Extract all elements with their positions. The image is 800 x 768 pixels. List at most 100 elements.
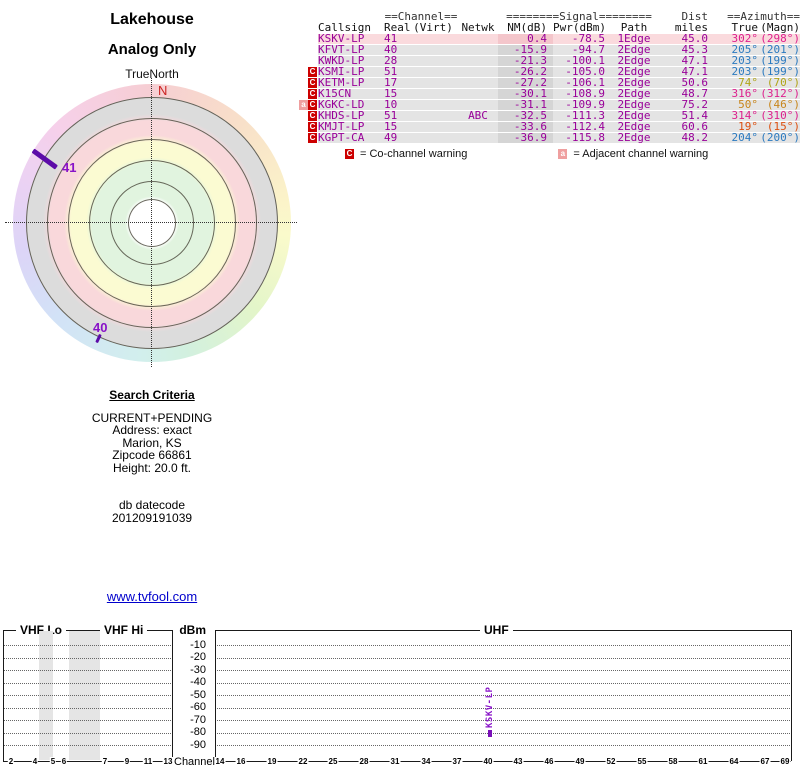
cell-callsign: K15CN: [318, 86, 352, 100]
cell-magn_az: (312°): [760, 86, 800, 100]
cell-virt: [408, 111, 458, 121]
cell-netwk: [458, 34, 498, 44]
co-channel-warning-marker: C: [308, 66, 317, 77]
uhf-band-label: UHF: [480, 624, 513, 636]
compass-n-label: N: [158, 83, 168, 98]
channel-tick-9: 9: [123, 757, 131, 767]
adjacent-warning-marker: a: [299, 99, 308, 110]
cell-magn_az: (46°): [766, 97, 800, 111]
cell-path: 2Edge: [617, 53, 651, 67]
cell-callsign: KWKD-LP: [318, 53, 365, 67]
channel-tick-55: 55: [636, 757, 648, 767]
channel-tick-22: 22: [297, 757, 309, 767]
co-channel-warning-icon: C: [345, 149, 354, 160]
table-row-kwkd-lp: KWKD-LP 28 -21.3 -100.1 2Edge 47.1 203° (199°): [318, 53, 800, 67]
cell-pwr: -100.1: [565, 53, 605, 67]
cell-netwk: [458, 45, 498, 55]
dbm-tick-label: -40: [190, 676, 206, 688]
dbm-tick-label: -80: [190, 726, 206, 738]
adjacent-warning-text: = Adjacent channel warning: [573, 148, 709, 160]
gridline: [216, 732, 790, 734]
cell-pwr: -111.3: [565, 108, 605, 122]
cell-nm: -30.1: [498, 88, 553, 99]
radar-crosshair-vertical: [151, 78, 152, 367]
table-row-kskv-lp: KSKV-LP 41 0.4 -78.5 1Edge 45.0 302° (298°): [318, 31, 800, 45]
cell-magn_az: (199°): [760, 53, 800, 67]
cell-netwk: ABC: [468, 108, 488, 122]
gridline: [216, 657, 790, 659]
report-subtitle: Analog Only: [107, 41, 197, 58]
cell-real: 15: [384, 119, 398, 133]
channel-tick-4: 4: [31, 757, 39, 767]
true-north-label: TrueNorth: [125, 67, 179, 81]
channel-tick-13: 13: [162, 757, 174, 767]
cell-path: 2Edge: [617, 97, 651, 111]
signal-bar-kskv: [488, 730, 492, 737]
warning-legend: C = Co-channel warning a = Adjacent channe…: [318, 148, 800, 160]
cell-callsign: KETM-LP: [318, 75, 365, 89]
table-row-kfvt-lp: KFVT-LP 40 -15.9 -94.7 2Edge 45.3 205° (201°): [318, 42, 800, 56]
cell-true_az: 203°: [731, 53, 759, 67]
cell-magn_az: (15°): [766, 119, 800, 133]
cell-real: 10: [384, 97, 398, 111]
co-channel-warning-marker: C: [308, 132, 317, 143]
cell-callsign: KSKV-LP: [318, 31, 365, 45]
cell-miles: 45.3: [681, 42, 709, 56]
dbm-tick-label: -70: [190, 713, 206, 726]
table-row-k15cn: K15CN 15 -30.1 -108.9 2Edge 48.7 316° (312°): [318, 86, 800, 100]
cell-path: 2Edge: [617, 130, 651, 144]
cell-magn_az: (70°): [766, 75, 800, 89]
cell-pwr: -94.7: [571, 42, 605, 56]
cell-netwk: [458, 89, 498, 99]
radar-marker-label-ch41: 41: [62, 160, 77, 175]
dbm-tick-label: -30: [190, 663, 206, 676]
vhf-hi-band-label: VHF Hi: [100, 624, 148, 636]
cell-true_az: 316°: [731, 86, 759, 100]
cell-virt: [408, 45, 458, 55]
gridline: [216, 720, 790, 721]
co-channel-warning-marker: C: [308, 99, 317, 110]
cell-netwk: [458, 133, 498, 143]
cell-miles: 47.1: [681, 64, 709, 78]
cell-netwk: [458, 100, 498, 110]
cell-path: 1Edge: [617, 31, 651, 45]
cell-miles: 45.0: [681, 31, 709, 45]
cell-magn_az: (200°): [760, 130, 800, 144]
cell-virt: [408, 78, 458, 88]
cell-miles: 47.1: [681, 53, 709, 67]
channel-tick-28: 28: [358, 757, 370, 767]
channel-tick-5: 5: [49, 757, 57, 767]
dbm-tick-label: -20: [190, 651, 206, 663]
cell-path: 2Edge: [617, 64, 651, 78]
cell-true_az: 74°: [738, 75, 758, 89]
column-header-virt: (Virt): [413, 21, 453, 34]
cell-netwk: [458, 67, 498, 77]
cell-true_az: 203°: [731, 64, 759, 78]
cell-nm: -21.3: [498, 55, 553, 66]
cell-netwk: [458, 78, 498, 88]
gridline: [216, 745, 790, 746]
channel-tick-16: 16: [235, 757, 247, 767]
gridline: [4, 695, 171, 696]
table-row-ksmi-lp: KSMI-LP 51 -26.2 -105.0 2Edge 47.1 203° (199°): [318, 64, 800, 78]
cell-callsign: KHDS-LP: [318, 108, 365, 122]
cell-miles: 50.6: [681, 75, 709, 89]
cell-magn_az: (201°): [760, 42, 800, 56]
cell-nm: -26.2: [498, 66, 553, 77]
cell-netwk: [458, 122, 498, 132]
cell-callsign: KMJT-LP: [318, 119, 365, 133]
table-row-kgpt-ca: KGPT-CA 49 -36.9 -115.8 2Edge 48.2 204° (200°): [318, 130, 800, 144]
table-row-khds-lp: KHDS-LP 51 ABC -32.5 -111.3 2Edge 51.4 314° (310…: [318, 108, 800, 122]
channel-tick-64: 64: [728, 757, 740, 767]
cell-miles: 48.7: [681, 86, 709, 100]
report-title: Lakehouse: [110, 11, 194, 28]
gridline: [4, 732, 171, 734]
cell-nm: 0.4: [498, 33, 553, 44]
channel-axis-title: Channel: [174, 756, 215, 768]
gridline: [4, 745, 171, 746]
cell-real: 51: [384, 64, 398, 78]
tvfool-link[interactable]: www.tvfool.com: [107, 589, 197, 604]
gridline: [216, 682, 790, 684]
cell-virt: [408, 122, 458, 132]
table-row-ketm-lp: KETM-LP 17 -27.2 -106.1 2Edge 50.6 74° (70°): [318, 75, 800, 89]
